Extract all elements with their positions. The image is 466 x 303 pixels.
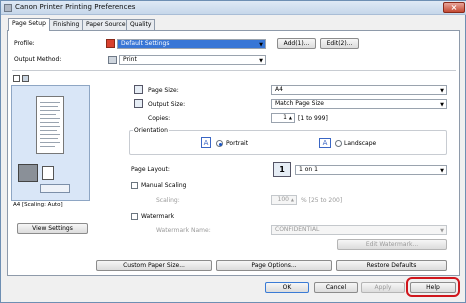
- output-method-select[interactable]: Print ▼: [119, 55, 266, 65]
- page-layout-select[interactable]: 1 on 1 ▼: [295, 165, 447, 175]
- tab-paper-source[interactable]: Paper Source: [82, 19, 130, 30]
- page-options-button[interactable]: Page Options...: [216, 260, 332, 271]
- chevron-down-icon: ▼: [440, 228, 444, 234]
- portrait-radio[interactable]: [216, 140, 223, 147]
- landscape-label: Landscape: [344, 140, 377, 147]
- scaling-value: 100: [277, 196, 289, 203]
- preview-caption: A4 [Scaling: Auto]: [13, 202, 63, 208]
- watermark-name-select[interactable]: CONFIDENTIAL ▼: [271, 225, 447, 235]
- apply-button[interactable]: Apply: [361, 282, 405, 293]
- page-size-label: Page Size:: [148, 87, 179, 94]
- manual-scaling-checkbox[interactable]: [131, 182, 138, 189]
- page-layout-icon: 1: [273, 162, 291, 177]
- output-method-label: Output Method:: [14, 56, 62, 63]
- profile-label: Profile:: [14, 40, 35, 47]
- output-size-label: Output Size:: [148, 101, 186, 108]
- spinner-icon[interactable]: ▲: [291, 196, 294, 204]
- output-method-value: Print: [123, 56, 137, 63]
- restore-defaults-button[interactable]: Restore Defaults: [336, 260, 447, 271]
- stack-icon: [42, 166, 54, 180]
- orientation-label: Orientation: [133, 127, 169, 134]
- finishing-icon: [40, 184, 70, 193]
- printing-preferences-window: Canon Printer Printing Preferences × Pag…: [0, 0, 466, 303]
- chevron-down-icon: ▼: [259, 42, 263, 48]
- copies-stepper[interactable]: 1 ▲: [271, 113, 295, 123]
- printer-view-icon[interactable]: [22, 75, 29, 82]
- copies-value: 1: [283, 114, 287, 121]
- watermark-name-label: Watermark Name:: [156, 227, 211, 234]
- page-layout-value: 1 on 1: [299, 166, 318, 173]
- title-bar: Canon Printer Printing Preferences ×: [1, 1, 466, 15]
- page-size-select[interactable]: A4 ▼: [271, 85, 447, 95]
- printer-device-icon: [18, 164, 38, 182]
- scaling-range: % [25 to 200]: [301, 197, 343, 204]
- custom-paper-size-button[interactable]: Custom Paper Size...: [96, 260, 212, 271]
- portrait-icon: A: [201, 137, 211, 148]
- chevron-down-icon: ▼: [440, 88, 444, 94]
- cancel-button[interactable]: Cancel: [314, 282, 358, 293]
- page-thumbnail-icon: [36, 96, 64, 154]
- landscape-radio[interactable]: [335, 140, 342, 147]
- page-size-icon: [134, 85, 143, 94]
- close-button[interactable]: ×: [443, 2, 465, 13]
- watermark-checkbox[interactable]: [131, 213, 138, 220]
- add-profile-button[interactable]: Add(1)...: [277, 38, 316, 49]
- view-settings-button[interactable]: View Settings: [17, 223, 88, 234]
- copies-range: [1 to 999]: [298, 115, 328, 122]
- chevron-down-icon: ▼: [440, 168, 444, 174]
- manual-scaling-label: Manual Scaling: [141, 182, 187, 189]
- tab-finishing[interactable]: Finishing: [49, 19, 84, 30]
- printer-icon: [4, 4, 12, 12]
- page-size-value: A4: [275, 86, 283, 93]
- output-size-value: Match Page Size: [275, 100, 324, 107]
- scaling-stepper[interactable]: 100 ▲: [271, 195, 297, 205]
- edit-watermark-button[interactable]: Edit Watermark...: [337, 239, 447, 250]
- ok-button[interactable]: OK: [265, 282, 309, 293]
- tab-page-setup[interactable]: Page Setup: [8, 18, 50, 31]
- profile-value: Default Settings: [121, 40, 170, 47]
- profile-icon: [106, 39, 115, 48]
- scaling-label: Scaling:: [156, 197, 180, 204]
- spinner-icon[interactable]: ▲: [289, 114, 292, 122]
- watermark-label: Watermark: [141, 213, 175, 220]
- window-title: Canon Printer Printing Preferences: [15, 3, 136, 11]
- profile-select[interactable]: Default Settings ▼: [117, 39, 266, 49]
- chevron-down-icon: ▼: [440, 102, 444, 108]
- output-size-select[interactable]: Match Page Size ▼: [271, 99, 447, 109]
- preview-mode-icon[interactable]: [13, 75, 20, 82]
- output-size-icon: [134, 99, 143, 108]
- orientation-group: [129, 130, 447, 155]
- print-icon: [108, 56, 117, 64]
- page-preview: [11, 85, 90, 201]
- copies-label: Copies:: [148, 115, 171, 122]
- portrait-label: Portrait: [226, 140, 249, 147]
- tab-quality[interactable]: Quality: [126, 19, 156, 30]
- chevron-down-icon: ▼: [259, 58, 263, 64]
- divider: [12, 70, 456, 71]
- page-layout-label: Page Layout:: [131, 166, 170, 173]
- edit-profile-button[interactable]: Edit(2)...: [320, 38, 359, 49]
- watermark-name-value: CONFIDENTIAL: [275, 226, 320, 233]
- landscape-icon: A: [319, 138, 331, 148]
- help-highlight-ring: [406, 277, 460, 297]
